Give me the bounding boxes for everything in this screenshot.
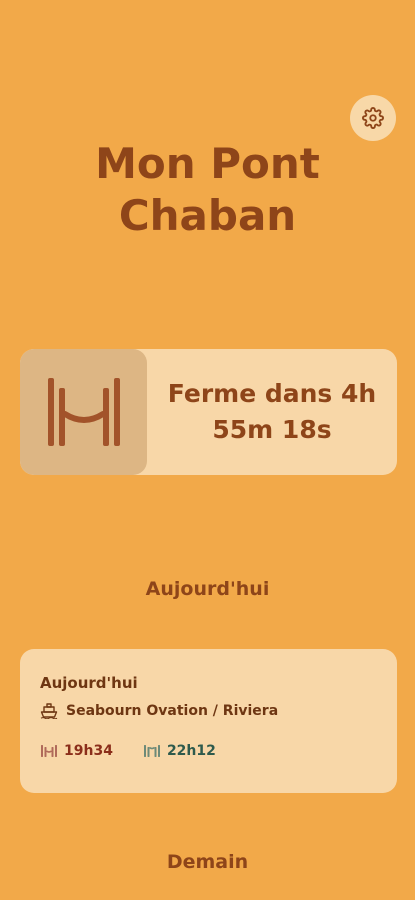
opening-time: 22h12 [166,743,216,759]
ship-row: Seabourn Ovation / Riviera [40,703,377,719]
settings-button[interactable] [350,95,396,141]
closing-time-item: 19h34 [40,743,113,759]
app-title: Mon Pont Chaban [0,138,415,242]
today-card[interactable]: Aujourd'hui Seabourn Ovation / Riviera 1… [20,649,397,793]
status-line1: Ferme dans 4h [167,379,377,408]
tomorrow-heading: Demain [166,851,249,873]
bridge-icon [47,378,120,446]
bridge-status-card: Ferme dans 4h 55m 18s [20,349,397,475]
times-row: 19h34 22h12 [40,743,377,759]
card-title: Aujourd'hui [40,674,138,692]
bridge-open-icon [143,745,160,757]
closing-time: 19h34 [64,743,113,759]
app-title-line2: Chaban [118,191,297,240]
today-heading: Aujourd'hui [145,578,270,600]
bridge-closed-icon [41,745,57,757]
bridge-status-text: Ferme dans 4h 55m 18s [147,349,397,475]
status-countdown: 55m 18s [212,415,332,444]
ship-name: Seabourn Ovation / Riviera [66,703,279,719]
opening-time-item: 22h12 [143,743,216,759]
app-title-line1: Mon Pont [95,139,320,188]
gear-icon [362,107,384,129]
ship-icon [40,703,58,719]
bridge-icon-box [20,349,147,475]
